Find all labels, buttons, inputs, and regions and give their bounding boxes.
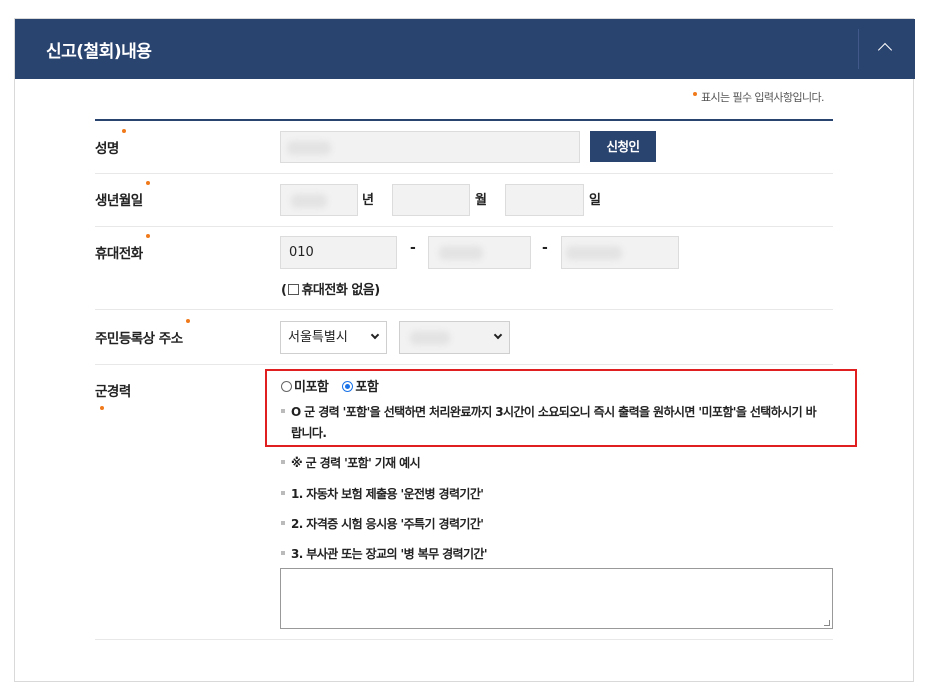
birth-label: 생년월일 [95, 181, 150, 209]
required-dot-icon [121, 129, 126, 133]
radio-exclude[interactable]: 미포함 [281, 376, 329, 395]
birth-day-input[interactable] [505, 184, 584, 216]
required-note-text: 표시는 필수 입력사항입니다. [701, 91, 825, 104]
row-divider [95, 639, 833, 640]
row-divider [95, 226, 833, 227]
redacted-value [410, 331, 450, 345]
birth-year-input[interactable] [280, 184, 358, 216]
required-dot-icon [693, 92, 697, 96]
birth-label-text: 생년월일 [95, 193, 143, 209]
notice-line-1: O 군 경력 '포함'을 선택하면 처리완료까지 3시간이 소요되오니 즉시 출… [281, 403, 817, 420]
required-dot-icon [100, 406, 104, 410]
example-item: 3. 부사관 또는 장교의 '병 복무 경력기간' [281, 545, 488, 562]
panel-header: 신고(철회)내용 [15, 19, 915, 79]
collapse-button[interactable] [859, 19, 915, 79]
radio-include-button[interactable] [342, 381, 354, 392]
example-item-text: 2. 자격증 시험 응시용 '주특기 경력기간' [291, 517, 484, 531]
name-input[interactable] [280, 131, 580, 163]
required-dot-icon [185, 319, 190, 323]
month-unit: 월 [475, 193, 487, 208]
redacted-value [566, 246, 622, 260]
name-label-text: 성명 [95, 141, 119, 157]
radio-exclude-label: 미포함 [294, 380, 329, 395]
name-label: 성명 [95, 129, 126, 157]
panel-title: 신고(철회)내용 [46, 42, 152, 62]
birth-month-input[interactable] [392, 184, 470, 216]
radio-exclude-button[interactable] [281, 381, 292, 392]
phone-middle-input[interactable] [428, 236, 531, 269]
example-title-text: ※ 군 경력 '포함' 기재 예시 [291, 456, 421, 470]
year-unit: 년 [362, 193, 374, 208]
radio-include-label: 포함 [355, 380, 379, 395]
bullet-icon [281, 460, 285, 464]
notice-text-1: O 군 경력 '포함'을 선택하면 처리완료까지 3시간이 소요되오니 즉시 출… [291, 405, 817, 419]
military-radio-group: 미포함 포함 [281, 376, 388, 395]
phone-last-input[interactable] [561, 236, 679, 269]
example-item: 1. 자동차 보험 제출용 '운전병 경력기간' [281, 485, 484, 502]
bullet-icon [281, 491, 285, 495]
example-title: ※ 군 경력 '포함' 기재 예시 [281, 454, 421, 471]
example-item: 2. 자격증 시험 응시용 '주특기 경력기간' [281, 515, 484, 532]
no-phone-option[interactable]: ( 휴대전화 없음) [281, 279, 380, 298]
chevron-down-icon [370, 330, 380, 340]
redacted-value [287, 141, 331, 155]
example-item-text: 1. 자동차 보험 제출용 '운전병 경력기간' [291, 487, 484, 501]
bullet-icon [281, 521, 285, 525]
row-divider [95, 173, 833, 174]
required-note: 표시는 필수 입력사항입니다. [693, 89, 825, 105]
redacted-value [291, 194, 327, 208]
bullet-icon [281, 551, 285, 555]
example-item-text: 3. 부사관 또는 장교의 '병 복무 경력기간' [291, 547, 488, 561]
required-dot-icon [145, 181, 150, 185]
notice-line-2: 랍니다. [291, 426, 327, 440]
row-divider [95, 364, 833, 365]
district-select[interactable] [399, 321, 510, 354]
required-dot-icon [145, 234, 150, 238]
phone-separator: - [410, 240, 416, 256]
resize-handle-icon[interactable] [824, 620, 830, 626]
form-top-divider [95, 119, 833, 121]
no-phone-paren: ( [281, 283, 287, 298]
city-select[interactable]: 서울특별시 [280, 321, 387, 354]
chevron-down-icon [493, 330, 503, 340]
day-unit: 일 [589, 193, 601, 208]
phone-label: 휴대전화 [95, 234, 150, 262]
city-select-value: 서울특별시 [288, 330, 348, 345]
phone-label-text: 휴대전화 [95, 246, 143, 262]
radio-include[interactable]: 포함 [342, 376, 379, 395]
phone-separator: - [542, 240, 548, 256]
no-phone-checkbox[interactable] [288, 284, 300, 295]
military-label: 군경력 [95, 384, 131, 400]
redacted-value [439, 246, 483, 260]
no-phone-label: 휴대전화 없음) [301, 283, 380, 298]
address-label: 주민등록상 주소 [95, 319, 190, 347]
military-detail-textarea[interactable] [280, 568, 833, 629]
applicant-button[interactable]: 신청인 [590, 131, 656, 162]
row-divider [95, 309, 833, 310]
chevron-up-icon [877, 42, 893, 58]
bullet-icon [281, 409, 285, 413]
phone-prefix-input[interactable]: 010 [280, 236, 397, 269]
address-label-text: 주민등록상 주소 [95, 331, 183, 347]
